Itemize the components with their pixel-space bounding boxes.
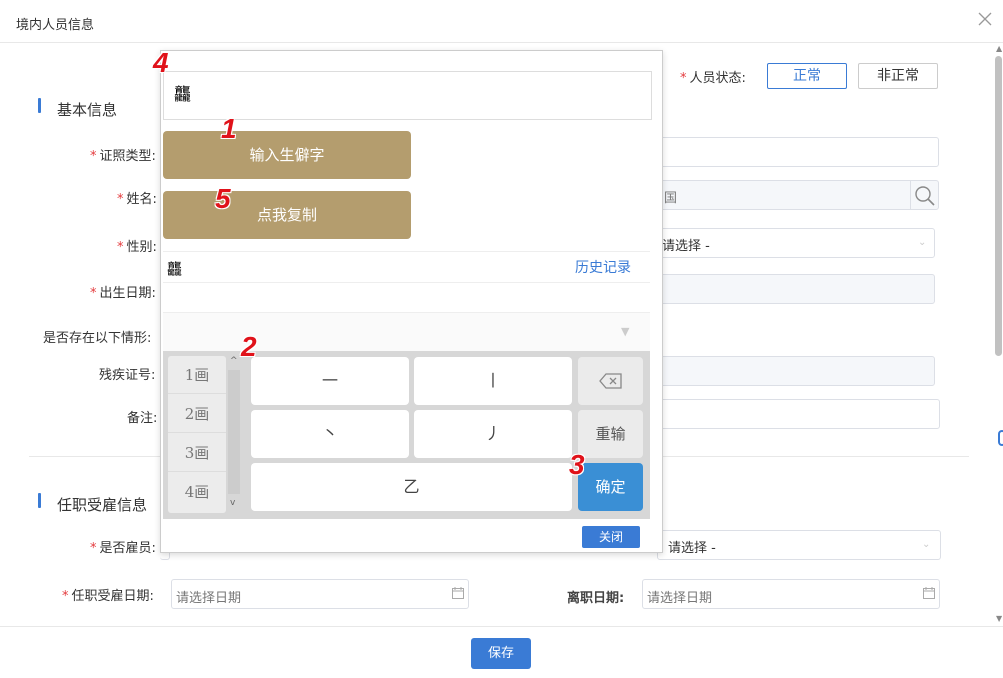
expand-down-icon[interactable]: ▼ — [621, 325, 629, 338]
rare-char-popup: 龘 输入生僻字 点我复制 龘 历史记录 ▼ 1画 2画 3画 4画 ^ v 一 … — [153, 47, 663, 553]
close-icon[interactable] — [975, 9, 995, 29]
remark-label: 备注: — [127, 411, 158, 426]
situation-label: 是否存在以下情形: — [43, 331, 152, 346]
history-link[interactable]: 历史记录 — [575, 257, 631, 277]
calendar-icon — [452, 587, 464, 603]
candidate-char[interactable]: 龘 — [167, 258, 182, 279]
stroke-count-2[interactable]: 2画 — [168, 395, 226, 433]
birth-label: * 出生日期: — [90, 286, 156, 301]
employment-select-value: 请选择 - — [668, 541, 716, 556]
stroke-scrollbar[interactable] — [228, 370, 240, 494]
marker-3: 3 — [569, 449, 585, 480]
reset-key[interactable]: 重输 — [578, 410, 643, 458]
scroll-up-icon[interactable]: ▲ — [996, 44, 1002, 53]
side-handle[interactable] — [998, 430, 1003, 446]
input-rare-char-button[interactable]: 输入生僻字 — [163, 131, 411, 179]
id-type-label: * 证照类型: — [90, 149, 156, 164]
chevron-down-icon: ⌄ — [918, 237, 927, 248]
confirm-key[interactable]: 确定 — [578, 463, 643, 511]
stroke-count-3[interactable]: 3画 — [168, 434, 226, 472]
stroke-key-zhe[interactable]: 乙 — [251, 463, 572, 511]
gender-label: * 性别: — [117, 240, 157, 255]
stroke-key-dian[interactable]: 丶 — [251, 410, 409, 458]
remark-input[interactable] — [655, 399, 940, 429]
leave-date-placeholder: 请选择日期 — [647, 591, 713, 606]
stroke-key-shu[interactable]: 丨 — [414, 357, 572, 405]
section-bar — [38, 98, 41, 113]
disability-input[interactable] — [655, 356, 935, 386]
candidate-list — [163, 283, 650, 313]
save-button[interactable]: 保存 — [471, 638, 531, 669]
scroll-down-icon[interactable]: v — [230, 498, 235, 508]
hire-date-placeholder: 请选择日期 — [176, 591, 242, 606]
is-employee-label: * 是否雇员: — [90, 541, 156, 556]
stroke-keyboard: 1画 2画 3画 4画 ^ v 一 丨 丶 丿 重输 乙 确定 — [163, 351, 650, 519]
hire-date-input[interactable]: 请选择日期 — [171, 579, 469, 609]
chevron-down-icon: ⌄ — [922, 539, 931, 550]
popup-close-button[interactable]: 关闭 — [582, 526, 640, 548]
leave-date-input[interactable]: 请选择日期 — [642, 579, 940, 609]
section-bar — [38, 493, 41, 508]
status-label: * 人员状态: — [680, 71, 746, 86]
scrollbar-thumb[interactable] — [995, 56, 1002, 356]
marker-1: 1 — [221, 113, 237, 144]
stroke-key-pie[interactable]: 丿 — [414, 410, 572, 458]
birth-date-input[interactable] — [655, 274, 935, 304]
backspace-icon — [598, 373, 622, 389]
calendar-icon — [923, 587, 935, 603]
section-title-basic: 基本信息 — [57, 101, 118, 119]
stroke-count-4[interactable]: 4画 — [168, 473, 226, 511]
disability-label: 残疾证号: — [99, 368, 156, 383]
gender-select-value: 请选择 - — [662, 239, 710, 254]
gender-select[interactable]: 请选择 - ⌄ — [655, 228, 935, 258]
dialog-title: 境内人员信息 — [16, 18, 95, 33]
employment-select[interactable]: 请选择 - ⌄ — [657, 530, 941, 560]
stroke-key-heng[interactable]: 一 — [251, 357, 409, 405]
expand-bar: ▼ — [163, 313, 650, 351]
id-number-input[interactable] — [655, 137, 939, 167]
marker-4: 4 — [153, 47, 169, 78]
scroll-down-icon[interactable]: ▼ — [996, 614, 1002, 623]
candidate-row: 龘 历史记录 — [163, 251, 650, 283]
stroke-count-1[interactable]: 1画 — [168, 356, 226, 394]
search-icon[interactable] — [914, 185, 936, 211]
stroke-count-list: 1画 2画 3画 4画 ^ v — [168, 356, 240, 513]
status-abnormal-button[interactable]: 非正常 — [858, 63, 938, 89]
leave-date-label: 离职日期: — [567, 591, 625, 606]
search-divider — [910, 181, 911, 209]
marker-2: 2 — [241, 331, 257, 362]
status-normal-button[interactable]: 正常 — [767, 63, 847, 89]
header-divider — [0, 42, 1003, 43]
section-title-employment: 任职受雇信息 — [57, 496, 148, 514]
scroll-up-icon[interactable]: ^ — [230, 356, 238, 366]
footer-divider — [0, 626, 1003, 627]
backspace-key[interactable] — [578, 357, 643, 405]
country-value: 国 — [664, 191, 678, 206]
name-label: * 姓名: — [117, 192, 157, 207]
marker-5: 5 — [215, 183, 231, 214]
copy-button[interactable]: 点我复制 — [163, 191, 411, 239]
hire-date-label: * 任职受雇日期: — [62, 589, 154, 604]
country-input[interactable]: 国 — [655, 180, 939, 210]
